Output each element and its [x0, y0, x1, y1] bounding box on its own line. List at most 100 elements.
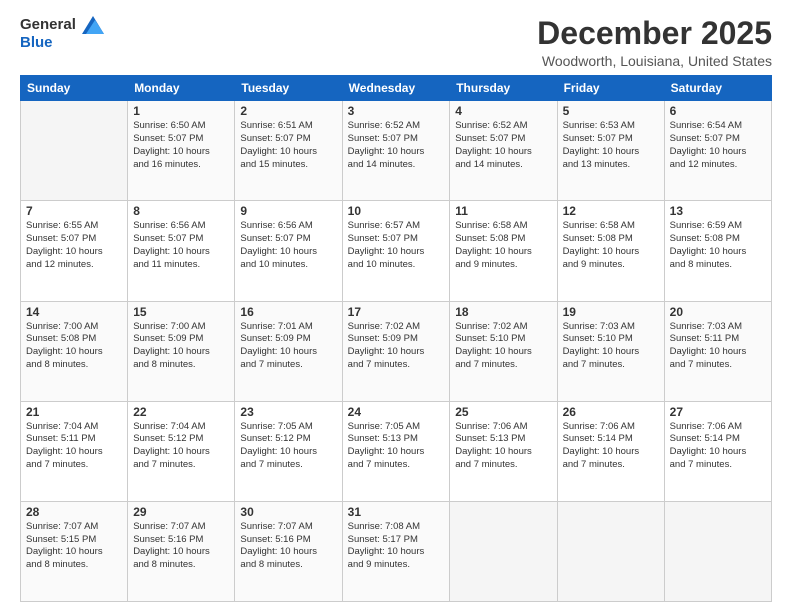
day-number: 22 — [133, 405, 229, 419]
cell-info: Sunrise: 7:05 AM Sunset: 5:13 PM Dayligh… — [348, 421, 445, 472]
calendar-cell: 10Sunrise: 6:57 AM Sunset: 5:07 PM Dayli… — [342, 201, 450, 301]
day-number: 24 — [348, 405, 445, 419]
cell-info: Sunrise: 6:55 AM Sunset: 5:07 PM Dayligh… — [26, 220, 122, 271]
calendar-cell: 2Sunrise: 6:51 AM Sunset: 5:07 PM Daylig… — [235, 101, 342, 201]
day-number: 6 — [670, 104, 766, 118]
day-number: 5 — [563, 104, 659, 118]
day-number: 27 — [670, 405, 766, 419]
calendar-cell: 19Sunrise: 7:03 AM Sunset: 5:10 PM Dayli… — [557, 301, 664, 401]
cell-info: Sunrise: 6:52 AM Sunset: 5:07 PM Dayligh… — [348, 120, 445, 171]
calendar-cell: 13 Sunrise: 6:59 AM Sunset: 5:08 PM Dayli… — [664, 201, 771, 301]
calendar-cell: 30 Sunrise: 7:07 AM Sunset: 5:16 PM Dayli… — [235, 501, 342, 601]
calendar-cell: 12 Sunrise: 6:58 AM Sunset: 5:08 PM Dayli… — [557, 201, 664, 301]
calendar-cell: 29 Sunrise: 7:07 AM Sunset: 5:16 PM Dayli… — [128, 501, 235, 601]
calendar-cell: 26Sunrise: 7:06 AM Sunset: 5:14 PM Dayli… — [557, 401, 664, 501]
cell-info: Sunrise: 6:58 AM Sunset: 5:08 PM Dayligh… — [563, 220, 659, 271]
header-row: Sunday Monday Tuesday Wednesday Thursday… — [21, 76, 772, 101]
calendar-cell: 27 Sunrise: 7:06 AM Sunset: 5:14 PM Dayli… — [664, 401, 771, 501]
cell-info: Sunrise: 7:03 AM Sunset: 5:11 PM Dayligh… — [670, 321, 766, 372]
cell-info: Sunrise: 7:06 AM Sunset: 5:14 PM Dayligh… — [563, 421, 659, 472]
calendar-week-1: 1Sunrise: 6:50 AM Sunset: 5:07 PM Daylig… — [21, 101, 772, 201]
cell-info: Sunrise: 6:59 AM Sunset: 5:08 PM Dayligh… — [670, 220, 766, 271]
day-number: 30 — [240, 505, 336, 519]
cell-info: Sunrise: 6:57 AM Sunset: 5:07 PM Dayligh… — [348, 220, 445, 271]
calendar-cell: 16 Sunrise: 7:01 AM Sunset: 5:09 PM Dayli… — [235, 301, 342, 401]
day-number: 14 — [26, 305, 122, 319]
col-monday: Monday — [128, 76, 235, 101]
day-number: 17 — [348, 305, 445, 319]
col-friday: Friday — [557, 76, 664, 101]
calendar-table: Sunday Monday Tuesday Wednesday Thursday… — [20, 75, 772, 602]
cell-info: Sunrise: 7:04 AM Sunset: 5:11 PM Dayligh… — [26, 421, 122, 472]
cell-info: Sunrise: 7:02 AM Sunset: 5:09 PM Dayligh… — [348, 321, 445, 372]
calendar-cell: 31 Sunrise: 7:08 AM Sunset: 5:17 PM Dayli… — [342, 501, 450, 601]
calendar-cell: 25 Sunrise: 7:06 AM Sunset: 5:13 PM Dayli… — [450, 401, 557, 501]
calendar-cell: 14 Sunrise: 7:00 AM Sunset: 5:08 PM Dayli… — [21, 301, 128, 401]
day-number: 1 — [133, 104, 229, 118]
calendar-cell — [450, 501, 557, 601]
calendar-cell: 21 Sunrise: 7:04 AM Sunset: 5:11 PM Dayli… — [21, 401, 128, 501]
day-number: 23 — [240, 405, 336, 419]
day-number: 21 — [26, 405, 122, 419]
calendar-cell: 18 Sunrise: 7:02 AM Sunset: 5:10 PM Dayli… — [450, 301, 557, 401]
logo-subtext: Blue — [20, 34, 104, 52]
header: General Blue December 2025 Woodworth, Lo… — [20, 16, 772, 69]
col-tuesday: Tuesday — [235, 76, 342, 101]
logo: General Blue — [20, 16, 104, 52]
calendar-cell: 28 Sunrise: 7:07 AM Sunset: 5:15 PM Dayli… — [21, 501, 128, 601]
calendar-cell: 22 Sunrise: 7:04 AM Sunset: 5:12 PM Dayli… — [128, 401, 235, 501]
cell-info: Sunrise: 7:00 AM Sunset: 5:09 PM Dayligh… — [133, 321, 229, 372]
cell-info: Sunrise: 7:07 AM Sunset: 5:15 PM Dayligh… — [26, 521, 122, 572]
day-number: 12 — [563, 204, 659, 218]
day-number: 15 — [133, 305, 229, 319]
day-number: 11 — [455, 204, 551, 218]
day-number: 28 — [26, 505, 122, 519]
calendar-cell: 7Sunrise: 6:55 AM Sunset: 5:07 PM Daylig… — [21, 201, 128, 301]
cell-info: Sunrise: 7:04 AM Sunset: 5:12 PM Dayligh… — [133, 421, 229, 472]
cell-info: Sunrise: 7:07 AM Sunset: 5:16 PM Dayligh… — [240, 521, 336, 572]
calendar-cell: 17 Sunrise: 7:02 AM Sunset: 5:09 PM Dayli… — [342, 301, 450, 401]
day-number: 2 — [240, 104, 336, 118]
calendar-week-5: 28 Sunrise: 7:07 AM Sunset: 5:15 PM Dayli… — [21, 501, 772, 601]
month-title: December 2025 — [537, 16, 772, 51]
calendar-cell: 20 Sunrise: 7:03 AM Sunset: 5:11 PM Dayli… — [664, 301, 771, 401]
cell-info: Sunrise: 7:07 AM Sunset: 5:16 PM Dayligh… — [133, 521, 229, 572]
day-number: 8 — [133, 204, 229, 218]
calendar-week-4: 21 Sunrise: 7:04 AM Sunset: 5:11 PM Dayli… — [21, 401, 772, 501]
calendar-cell — [664, 501, 771, 601]
logo-icon — [82, 16, 104, 34]
calendar-cell: 3Sunrise: 6:52 AM Sunset: 5:07 PM Daylig… — [342, 101, 450, 201]
calendar-cell: 23Sunrise: 7:05 AM Sunset: 5:12 PM Dayli… — [235, 401, 342, 501]
location: Woodworth, Louisiana, United States — [537, 53, 772, 69]
calendar-cell: 11 Sunrise: 6:58 AM Sunset: 5:08 PM Dayli… — [450, 201, 557, 301]
day-number: 20 — [670, 305, 766, 319]
calendar-cell: 15 Sunrise: 7:00 AM Sunset: 5:09 PM Dayli… — [128, 301, 235, 401]
cell-info: Sunrise: 6:56 AM Sunset: 5:07 PM Dayligh… — [133, 220, 229, 271]
cell-info: Sunrise: 7:01 AM Sunset: 5:09 PM Dayligh… — [240, 321, 336, 372]
day-number: 13 — [670, 204, 766, 218]
calendar-week-2: 7Sunrise: 6:55 AM Sunset: 5:07 PM Daylig… — [21, 201, 772, 301]
cell-info: Sunrise: 6:52 AM Sunset: 5:07 PM Dayligh… — [455, 120, 551, 171]
day-number: 9 — [240, 204, 336, 218]
calendar-cell: 6 Sunrise: 6:54 AM Sunset: 5:07 PM Daylig… — [664, 101, 771, 201]
page: General Blue December 2025 Woodworth, Lo… — [0, 0, 792, 612]
cell-info: Sunrise: 7:03 AM Sunset: 5:10 PM Dayligh… — [563, 321, 659, 372]
cell-info: Sunrise: 6:53 AM Sunset: 5:07 PM Dayligh… — [563, 120, 659, 171]
cell-info: Sunrise: 7:02 AM Sunset: 5:10 PM Dayligh… — [455, 321, 551, 372]
cell-info: Sunrise: 6:54 AM Sunset: 5:07 PM Dayligh… — [670, 120, 766, 171]
col-saturday: Saturday — [664, 76, 771, 101]
cell-info: Sunrise: 7:06 AM Sunset: 5:13 PM Dayligh… — [455, 421, 551, 472]
day-number: 25 — [455, 405, 551, 419]
day-number: 16 — [240, 305, 336, 319]
calendar-cell: 8 Sunrise: 6:56 AM Sunset: 5:07 PM Daylig… — [128, 201, 235, 301]
calendar-cell: 5 Sunrise: 6:53 AM Sunset: 5:07 PM Daylig… — [557, 101, 664, 201]
cell-info: Sunrise: 7:06 AM Sunset: 5:14 PM Dayligh… — [670, 421, 766, 472]
day-number: 29 — [133, 505, 229, 519]
cell-info: Sunrise: 6:58 AM Sunset: 5:08 PM Dayligh… — [455, 220, 551, 271]
cell-info: Sunrise: 7:00 AM Sunset: 5:08 PM Dayligh… — [26, 321, 122, 372]
day-number: 31 — [348, 505, 445, 519]
day-number: 18 — [455, 305, 551, 319]
cell-info: Sunrise: 7:08 AM Sunset: 5:17 PM Dayligh… — [348, 521, 445, 572]
col-sunday: Sunday — [21, 76, 128, 101]
calendar-cell: 9Sunrise: 6:56 AM Sunset: 5:07 PM Daylig… — [235, 201, 342, 301]
